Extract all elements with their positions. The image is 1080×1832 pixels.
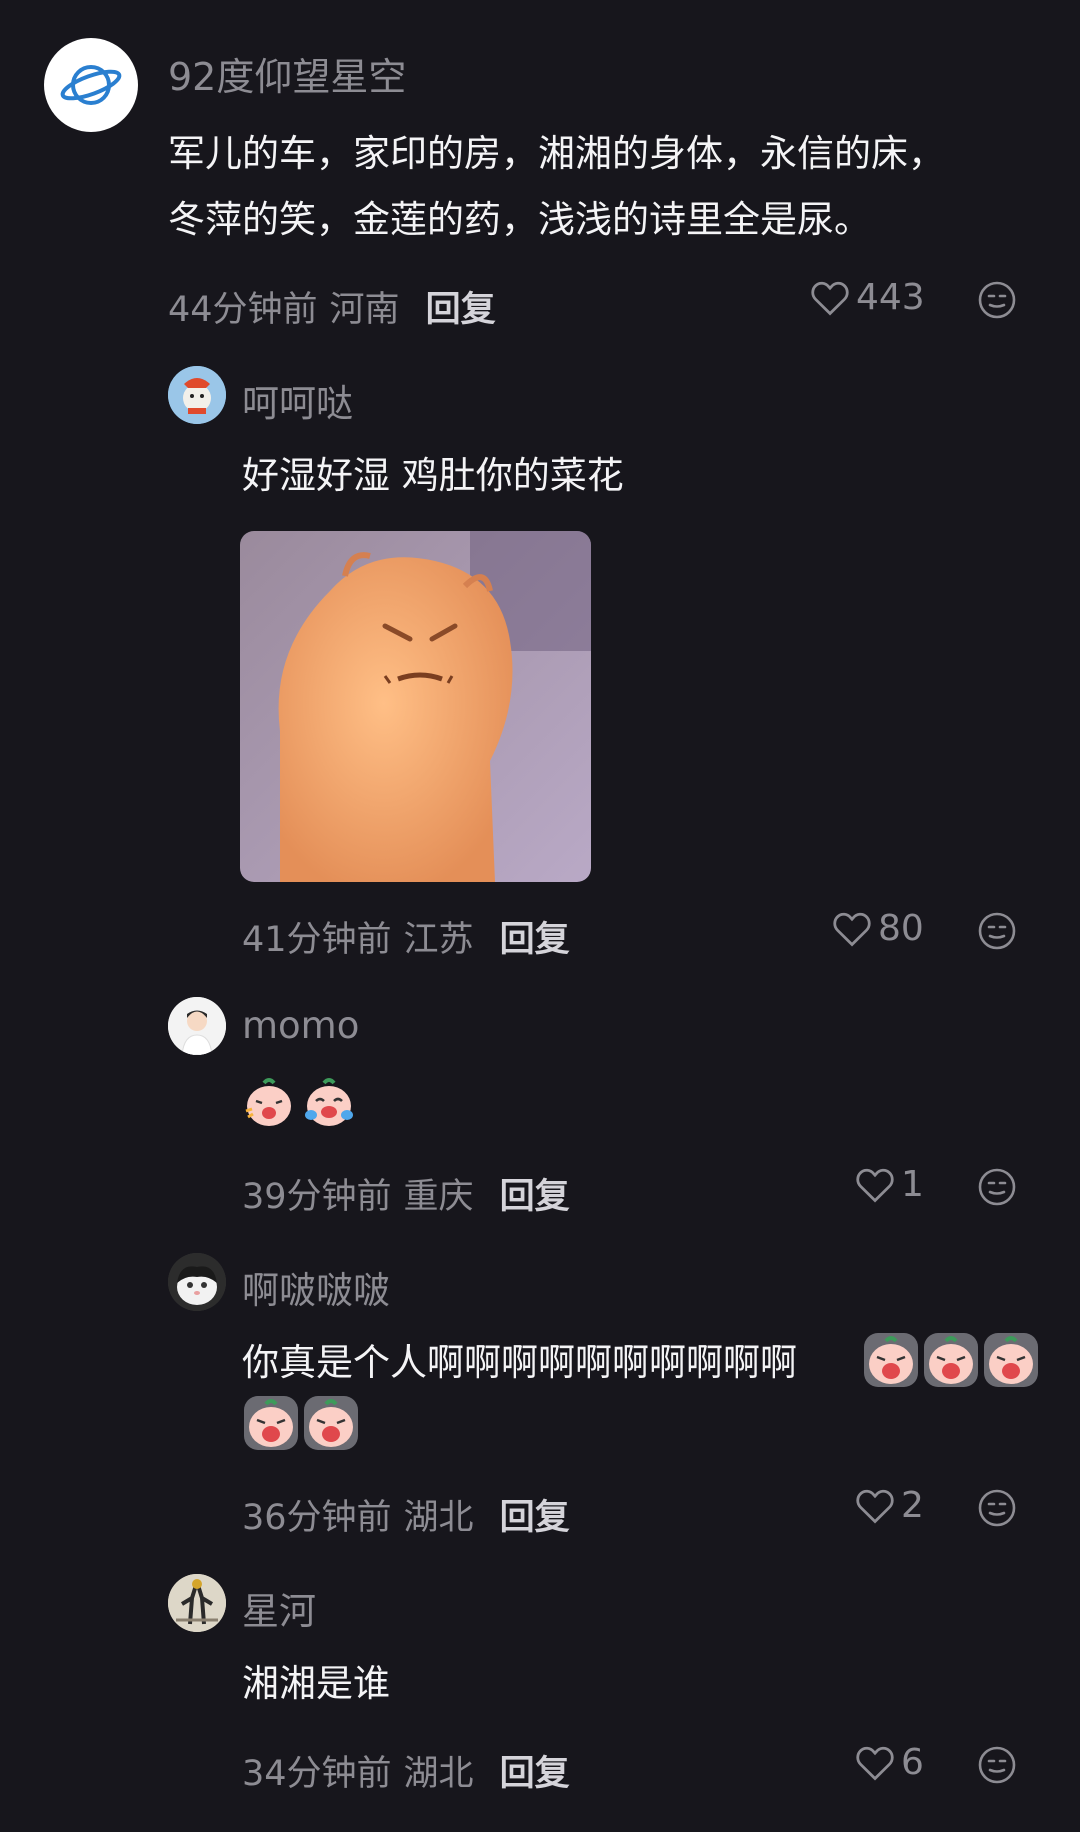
comment-time: 44分钟前 xyxy=(168,290,318,330)
comment-meta: 44分钟前 河南 回复 xyxy=(168,281,496,332)
heart-icon xyxy=(833,912,871,947)
reply-time: 39分钟前 xyxy=(242,1177,392,1217)
reply-location: 江苏 xyxy=(403,920,474,960)
comment-username[interactable]: 92度仰望星空 xyxy=(168,46,406,101)
reply-time: 41分钟前 xyxy=(242,920,392,960)
emoji-row xyxy=(242,1075,356,1129)
emoji-row xyxy=(244,1396,358,1450)
laughing-emoji-icon xyxy=(245,1078,291,1126)
reply-meta: 34分钟前 湖北 回复 xyxy=(242,1745,570,1796)
heart-icon xyxy=(856,1168,894,1203)
react-emoji-icon[interactable] xyxy=(977,911,1017,951)
reply-location: 湖北 xyxy=(403,1754,474,1794)
crying-laughing-emoji-icon xyxy=(305,1078,353,1126)
heart-icon xyxy=(856,1489,894,1524)
reply-username[interactable]: momo xyxy=(242,1004,359,1047)
planet-icon xyxy=(60,65,122,105)
like-count: 2 xyxy=(901,1485,924,1526)
emoji-row xyxy=(864,1333,1038,1387)
reply-location: 湖北 xyxy=(403,1498,474,1538)
react-emoji-icon[interactable] xyxy=(977,280,1017,320)
like-count: 6 xyxy=(901,1742,924,1783)
reply-time: 36分钟前 xyxy=(242,1498,392,1538)
like-count: 1 xyxy=(901,1164,924,1205)
wailing-emoji-icon xyxy=(304,1396,358,1450)
avatar[interactable] xyxy=(168,997,226,1055)
reply-button[interactable]: 回复 xyxy=(500,1754,570,1794)
reply-meta: 36分钟前 湖北 回复 xyxy=(242,1489,570,1540)
reply-button[interactable]: 回复 xyxy=(426,290,496,330)
avatar[interactable] xyxy=(44,38,138,132)
like-button[interactable]: 443 xyxy=(810,277,925,318)
reply-username[interactable]: 呵呵哒 xyxy=(242,373,353,427)
reply-meta: 39分钟前 重庆 回复 xyxy=(242,1168,570,1219)
heart-icon xyxy=(811,281,849,316)
reply-location: 重庆 xyxy=(403,1177,474,1217)
react-emoji-icon[interactable] xyxy=(977,1167,1017,1207)
comment-thread: 92度仰望星空 军儿的车，家印的房，湘湘的身体，永信的床， 冬萍的笑，金莲的药，… xyxy=(0,0,1080,1832)
wailing-emoji-icon xyxy=(984,1333,1038,1387)
comment-text-line-1: 军儿的车，家印的房，湘湘的身体，永信的床， xyxy=(168,132,945,175)
comment-location: 河南 xyxy=(329,290,400,330)
like-button[interactable]: 1 xyxy=(855,1164,924,1205)
wailing-emoji-icon xyxy=(864,1333,918,1387)
comment-text-line-2: 冬萍的笑，金莲的药，浅浅的诗里全是尿。 xyxy=(168,198,871,241)
reply-time: 34分钟前 xyxy=(242,1754,392,1794)
like-count: 443 xyxy=(856,277,925,318)
heart-icon xyxy=(856,1746,894,1781)
wailing-emoji-icon xyxy=(244,1396,298,1450)
avatar[interactable] xyxy=(168,1253,226,1311)
react-emoji-icon[interactable] xyxy=(977,1488,1017,1528)
reply-text: 湘湘是谁 xyxy=(242,1662,390,1705)
reply-username[interactable]: 星河 xyxy=(242,1581,316,1635)
reply-button[interactable]: 回复 xyxy=(500,1498,570,1538)
avatar[interactable] xyxy=(168,366,226,424)
reply-text: 你真是个人啊啊啊啊啊啊啊啊啊啊 xyxy=(242,1341,797,1384)
like-button[interactable]: 2 xyxy=(855,1485,924,1526)
reply-text: 好湿好湿 鸡肚你的菜花 xyxy=(242,454,624,497)
like-button[interactable]: 6 xyxy=(855,1742,924,1783)
reply-username[interactable]: 啊啵啵啵 xyxy=(242,1260,390,1314)
person-avatar-icon xyxy=(168,997,226,1055)
wailing-emoji-icon xyxy=(924,1333,978,1387)
reply-meta: 41分钟前 江苏 回复 xyxy=(242,911,570,962)
angry-cat-meme-image[interactable] xyxy=(240,531,591,882)
cartoon-avatar-icon xyxy=(168,366,226,424)
figure-avatar-icon xyxy=(168,1574,226,1632)
reply-button[interactable]: 回复 xyxy=(500,920,570,960)
cat-avatar-icon xyxy=(168,1253,226,1311)
reply-button[interactable]: 回复 xyxy=(500,1177,570,1217)
like-count: 80 xyxy=(878,908,924,949)
avatar[interactable] xyxy=(168,1574,226,1632)
react-emoji-icon[interactable] xyxy=(977,1745,1017,1785)
like-button[interactable]: 80 xyxy=(832,908,924,949)
